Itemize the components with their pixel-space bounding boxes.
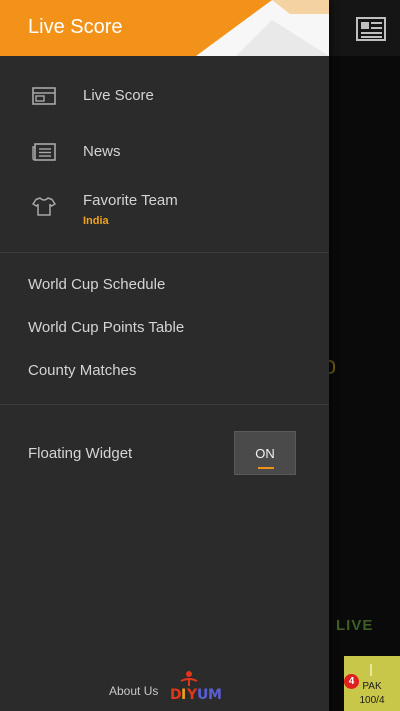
widget-handle xyxy=(370,664,372,676)
divider xyxy=(0,252,329,253)
menu-item-favorite-team[interactable]: Favorite Team India xyxy=(0,184,329,236)
drawer-header: Live Score xyxy=(0,0,329,56)
widget-score: 100/4 xyxy=(359,695,385,706)
floating-widget-toggle[interactable]: ON xyxy=(234,431,296,475)
navigation-drawer: Live Score Live Score News Favorite Team… xyxy=(0,0,329,711)
favorite-team-value: India xyxy=(83,215,109,227)
menu-item-label: News xyxy=(83,143,121,160)
toggle-state: ON xyxy=(255,446,275,461)
drawer-title: Live Score xyxy=(28,16,123,38)
live-label: LIVE xyxy=(336,617,374,634)
svg-text:U: U xyxy=(197,687,208,702)
menu-item-news[interactable]: News xyxy=(0,130,329,174)
menu-item-label: Favorite Team xyxy=(83,192,178,209)
menu-item-world-cup-schedule[interactable]: World Cup Schedule xyxy=(0,265,329,305)
live-score-icon xyxy=(32,86,56,106)
news-icon xyxy=(32,142,56,162)
menu-item-label: World Cup Schedule xyxy=(28,276,166,293)
menu-item-label: World Cup Points Table xyxy=(28,319,185,336)
screen: LIVE PAK 100/4 4 Live Score Live Score N… xyxy=(0,0,400,711)
menu-item-label: County Matches xyxy=(28,362,137,379)
menu-item-live-score[interactable]: Live Score xyxy=(0,74,329,118)
toggle-indicator xyxy=(258,467,274,469)
divider xyxy=(0,404,329,405)
svg-text:D: D xyxy=(170,687,182,702)
menu-item-county-matches[interactable]: County Matches xyxy=(0,351,329,391)
menu-item-world-cup-points-table[interactable]: World Cup Points Table xyxy=(0,308,329,348)
diyum-logo[interactable]: D I Y U M xyxy=(168,670,222,703)
menu-item-label: Live Score xyxy=(83,87,154,104)
floating-widget-label: Floating Widget xyxy=(28,445,133,462)
jersey-icon xyxy=(32,196,56,216)
svg-text:M: M xyxy=(208,687,222,702)
about-us-label[interactable]: About Us xyxy=(109,684,158,698)
svg-text:I: I xyxy=(181,687,186,702)
notification-badge: 4 xyxy=(344,674,359,689)
news-icon[interactable] xyxy=(356,16,388,42)
